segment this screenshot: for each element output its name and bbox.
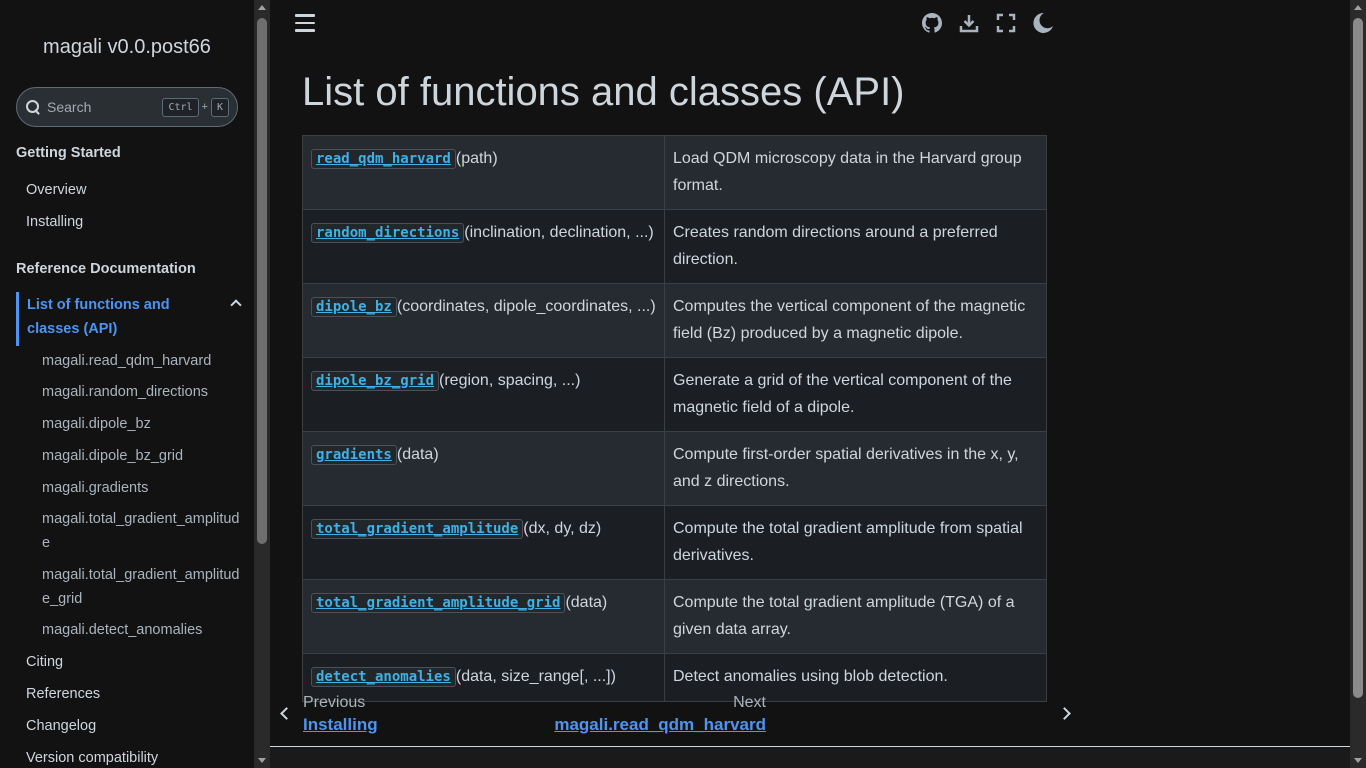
function-args: (path) xyxy=(455,150,498,167)
nav-caption-getting-started: Getting Started xyxy=(16,145,121,161)
nav-item-references[interactable]: References xyxy=(26,682,100,706)
nav-item-citing[interactable]: Citing xyxy=(26,650,63,674)
sidebar-scrollbar[interactable] xyxy=(254,0,270,768)
nav-sub-total-gradient-amplitude-grid[interactable]: magali.total_gradient_amplitude_grid xyxy=(42,563,242,611)
main-content: List of functions and classes (API) read… xyxy=(270,0,1350,768)
description-cell: Compute first-order spatial derivatives … xyxy=(664,431,1047,506)
chevron-up-icon[interactable] xyxy=(230,299,242,311)
nav-sub-detect-anomalies[interactable]: magali.detect_anomalies xyxy=(42,618,242,642)
nav-item-changelog[interactable]: Changelog xyxy=(26,714,96,738)
function-cell: total_gradient_amplitude_grid (data) xyxy=(302,579,665,654)
function-cell: total_gradient_amplitude (dx, dy, dz) xyxy=(302,505,665,580)
prev-next-pager: Previous Installing Next magali.read_qdm… xyxy=(270,690,1071,746)
function-args: (inclination, declination, ...) xyxy=(464,224,654,241)
brand-title[interactable]: magali v0.0.post66 xyxy=(0,36,254,59)
search-button[interactable]: Search Ctrl + K xyxy=(16,87,238,127)
sidebar-scroll-thumb[interactable] xyxy=(257,18,267,544)
function-link[interactable]: random_directions xyxy=(311,223,465,243)
function-link[interactable]: dipole_bz_grid xyxy=(311,371,440,391)
table-row: random_directions (inclination, declinati… xyxy=(302,209,1047,284)
nav-item-installing[interactable]: Installing xyxy=(26,210,83,234)
nav-sub-read-qdm-harvard[interactable]: magali.read_qdm_harvard xyxy=(42,349,242,373)
function-cell: dipole_bz (coordinates, dipole_coordinate… xyxy=(302,283,665,358)
function-args: (data) xyxy=(565,594,608,611)
menu-toggle-icon[interactable] xyxy=(295,14,315,32)
description-cell: Creates random directions around a prefe… xyxy=(664,209,1047,284)
chevron-right-icon[interactable] xyxy=(1058,707,1071,720)
nav-item-version-compat[interactable]: Version compatibility xyxy=(26,746,158,768)
fullscreen-icon[interactable] xyxy=(994,10,1017,36)
table-row: gradients (data) Compute first-order spat… xyxy=(302,431,1047,506)
function-link[interactable]: dipole_bz xyxy=(311,297,397,317)
nav-item-overview[interactable]: Overview xyxy=(26,178,86,202)
scroll-up-arrow-icon[interactable] xyxy=(258,5,266,10)
table-row: dipole_bz (coordinates, dipole_coordinate… xyxy=(302,283,1047,358)
function-args: (data, size_range[, ...]) xyxy=(455,668,616,685)
function-cell: random_directions (inclination, declinati… xyxy=(302,209,665,284)
function-cell: gradients (data) xyxy=(302,431,665,506)
download-icon[interactable] xyxy=(957,10,980,36)
header-icons xyxy=(920,10,1054,36)
table-row: total_gradient_amplitude (dx, dy, dz) Com… xyxy=(302,505,1047,580)
github-icon[interactable] xyxy=(920,10,943,36)
description-cell: Compute the total gradient amplitude fro… xyxy=(664,505,1047,580)
prev-label: Previous xyxy=(303,694,366,711)
table-row: total_gradient_amplitude_grid (data) Comp… xyxy=(302,579,1047,654)
function-args: (region, spacing, ...) xyxy=(439,372,581,389)
description-cell: Compute the total gradient amplitude (TG… xyxy=(664,579,1047,654)
api-table: read_qdm_harvard (path) Load QDM microsco… xyxy=(302,135,1047,702)
scroll-down-arrow-icon[interactable] xyxy=(258,758,266,763)
function-link[interactable]: total_gradient_amplitude_grid xyxy=(311,593,566,613)
next-page-link[interactable]: magali.read_qdm_harvard xyxy=(554,715,766,735)
function-cell: read_qdm_harvard (path) xyxy=(302,135,665,210)
table-row: read_qdm_harvard (path) Load QDM microsco… xyxy=(302,135,1047,210)
description-cell: Computes the vertical component of the m… xyxy=(664,283,1047,358)
nav-sub-gradients[interactable]: magali.gradients xyxy=(42,476,242,500)
nav-sub-dipole-bz-grid[interactable]: magali.dipole_bz_grid xyxy=(42,444,242,468)
kbd-plus: + xyxy=(201,101,208,113)
nav-sub-dipole-bz[interactable]: magali.dipole_bz xyxy=(42,412,242,436)
function-link[interactable]: gradients xyxy=(311,445,397,465)
function-args: (dx, dy, dz) xyxy=(523,520,602,537)
description-cell: Load QDM microscopy data in the Harvard … xyxy=(664,135,1047,210)
kbd-ctrl: Ctrl xyxy=(162,97,199,117)
search-shortcut: Ctrl + K xyxy=(162,97,229,117)
footer xyxy=(270,747,1350,768)
function-link[interactable]: total_gradient_amplitude xyxy=(311,519,524,539)
function-args: (data) xyxy=(396,446,439,463)
sidebar: magali v0.0.post66 Search Ctrl + K Getti… xyxy=(0,0,254,768)
prev-page-link[interactable]: Installing xyxy=(303,715,378,735)
page-scroll-thumb[interactable] xyxy=(1353,18,1363,698)
page-title: List of functions and classes (API) xyxy=(302,70,905,114)
nav-sub-total-gradient-amplitude[interactable]: magali.total_gradient_amplitude xyxy=(42,507,242,555)
page-scrollbar[interactable] xyxy=(1350,0,1366,768)
scroll-down-arrow-icon[interactable] xyxy=(1354,758,1362,763)
function-cell: dipole_bz_grid (region, spacing, ...) xyxy=(302,357,665,432)
nav-sub-random-directions[interactable]: magali.random_directions xyxy=(42,380,242,404)
function-args: (coordinates, dipole_coordinates, ...) xyxy=(396,298,656,315)
chevron-left-icon[interactable] xyxy=(280,707,293,720)
table-row: dipole_bz_grid (region, spacing, ...) Gen… xyxy=(302,357,1047,432)
scroll-up-arrow-icon[interactable] xyxy=(1354,5,1362,10)
kbd-k: K xyxy=(210,97,229,117)
function-link[interactable]: read_qdm_harvard xyxy=(311,149,456,169)
search-icon xyxy=(25,99,41,115)
nav-item-api-label: List of functions and classes (API) xyxy=(27,297,170,337)
dark-mode-icon[interactable] xyxy=(1031,10,1054,36)
description-cell: Generate a grid of the vertical componen… xyxy=(664,357,1047,432)
nav-caption-reference: Reference Documentation xyxy=(16,261,196,277)
next-label: Next xyxy=(733,694,766,711)
search-placeholder: Search xyxy=(47,99,92,115)
nav-item-api-active[interactable]: List of functions and classes (API) xyxy=(16,292,246,346)
function-link[interactable]: detect_anomalies xyxy=(311,667,456,687)
